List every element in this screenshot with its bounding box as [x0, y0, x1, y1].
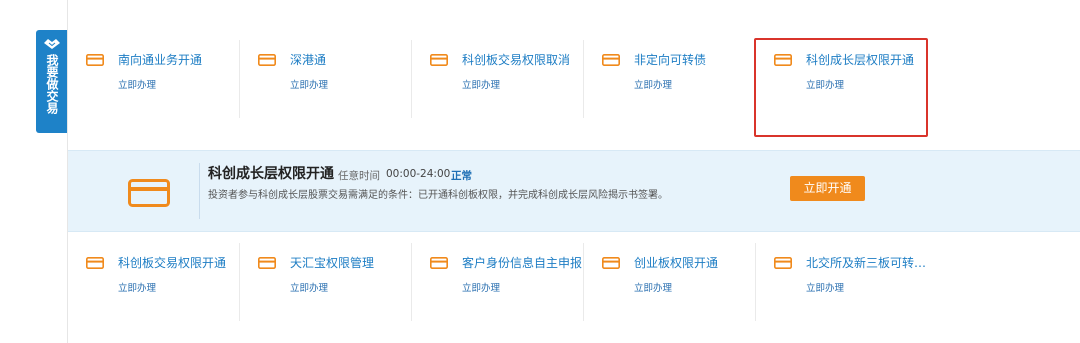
- service-item-growth-tier[interactable]: 科创成长层权限开通 立即办理: [756, 40, 928, 120]
- open-now-button[interactable]: 立即开通: [790, 176, 865, 201]
- detail-description: 投资者参与科创成长层股票交易需满足的条件：已开通科创板权限，并完成科创成长层风险…: [208, 190, 668, 201]
- service-item-sz-hk-connect[interactable]: 深港通 立即办理: [240, 40, 412, 120]
- service-item-label: 南向通业务开通: [118, 53, 203, 67]
- card-icon: [602, 257, 620, 269]
- service-row-bottom: 科创板交易权限开通 立即办理 天汇宝权限管理 立即办理 客户身份信息自主申报 立…: [68, 243, 1080, 343]
- detail-title: 科创成长层权限开通: [208, 166, 334, 182]
- card-icon: [128, 179, 170, 207]
- service-item-action-link[interactable]: 立即办理: [462, 283, 500, 295]
- service-item-action-link[interactable]: 立即办理: [290, 283, 328, 295]
- detail-time-value: 00:00-24:00: [386, 168, 451, 180]
- service-item-bse-convertible[interactable]: 北交所及新三板可转… 立即办理: [756, 243, 928, 323]
- card-icon: [86, 257, 104, 269]
- service-item-action-link[interactable]: 立即办理: [806, 80, 844, 92]
- service-item-star-open[interactable]: 科创板交易权限开通 立即办理: [68, 243, 240, 323]
- service-item-action-link[interactable]: 立即办理: [118, 80, 156, 92]
- service-detail-panel: 科创成长层权限开通 任意时间 00:00-24:00 正常 投资者参与科创成长层…: [68, 150, 1080, 232]
- service-item-chinext-open[interactable]: 创业板权限开通 立即办理: [584, 243, 756, 323]
- service-item-label: 非定向可转债: [634, 53, 707, 67]
- service-item-southbound[interactable]: 南向通业务开通 立即办理: [68, 40, 240, 120]
- card-icon: [602, 54, 620, 66]
- card-icon: [258, 54, 276, 66]
- card-icon: [774, 54, 792, 66]
- card-icon: [774, 257, 792, 269]
- service-item-action-link[interactable]: 立即办理: [634, 283, 672, 295]
- handshake-icon: [43, 39, 60, 49]
- trade-side-tab[interactable]: 我要做交易: [36, 30, 67, 133]
- service-item-star-cancel[interactable]: 科创板交易权限取消 立即办理: [412, 40, 584, 120]
- service-item-label: 深港通: [290, 53, 327, 67]
- service-item-label: 科创板交易权限取消: [462, 53, 571, 67]
- service-item-label: 创业板权限开通: [634, 256, 719, 270]
- service-item-action-link[interactable]: 立即办理: [806, 283, 844, 295]
- service-item-label: 北交所及新三板可转…: [806, 256, 927, 270]
- detail-status: 正常: [451, 170, 472, 182]
- service-item-action-link[interactable]: 立即办理: [634, 80, 672, 92]
- card-icon: [430, 257, 448, 269]
- service-item-convertible-bond[interactable]: 非定向可转债 立即办理: [584, 40, 756, 120]
- card-icon: [258, 257, 276, 269]
- service-item-action-link[interactable]: 立即办理: [290, 80, 328, 92]
- service-item-identity-declaration[interactable]: 客户身份信息自主申报 立即办理: [412, 243, 584, 323]
- service-item-label: 科创板交易权限开通: [118, 256, 227, 270]
- service-item-tianhuibao[interactable]: 天汇宝权限管理 立即办理: [240, 243, 412, 323]
- service-item-action-link[interactable]: 立即办理: [462, 80, 500, 92]
- service-item-label: 天汇宝权限管理: [290, 256, 375, 270]
- service-item-label: 科创成长层权限开通: [806, 53, 915, 67]
- service-panel: 南向通业务开通 立即办理 深港通 立即办理 科创板交易权限取消 立即办理 非定向…: [67, 0, 1080, 343]
- side-tab-label: 我要做交易: [45, 54, 59, 114]
- service-item-label: 客户身份信息自主申报: [462, 256, 583, 270]
- detail-time-label: 任意时间: [338, 170, 380, 182]
- card-icon: [86, 54, 104, 66]
- divider: [199, 163, 200, 219]
- service-item-action-link[interactable]: 立即办理: [118, 283, 156, 295]
- card-icon: [430, 54, 448, 66]
- service-row-top: 南向通业务开通 立即办理 深港通 立即办理 科创板交易权限取消 立即办理 非定向…: [68, 40, 1080, 140]
